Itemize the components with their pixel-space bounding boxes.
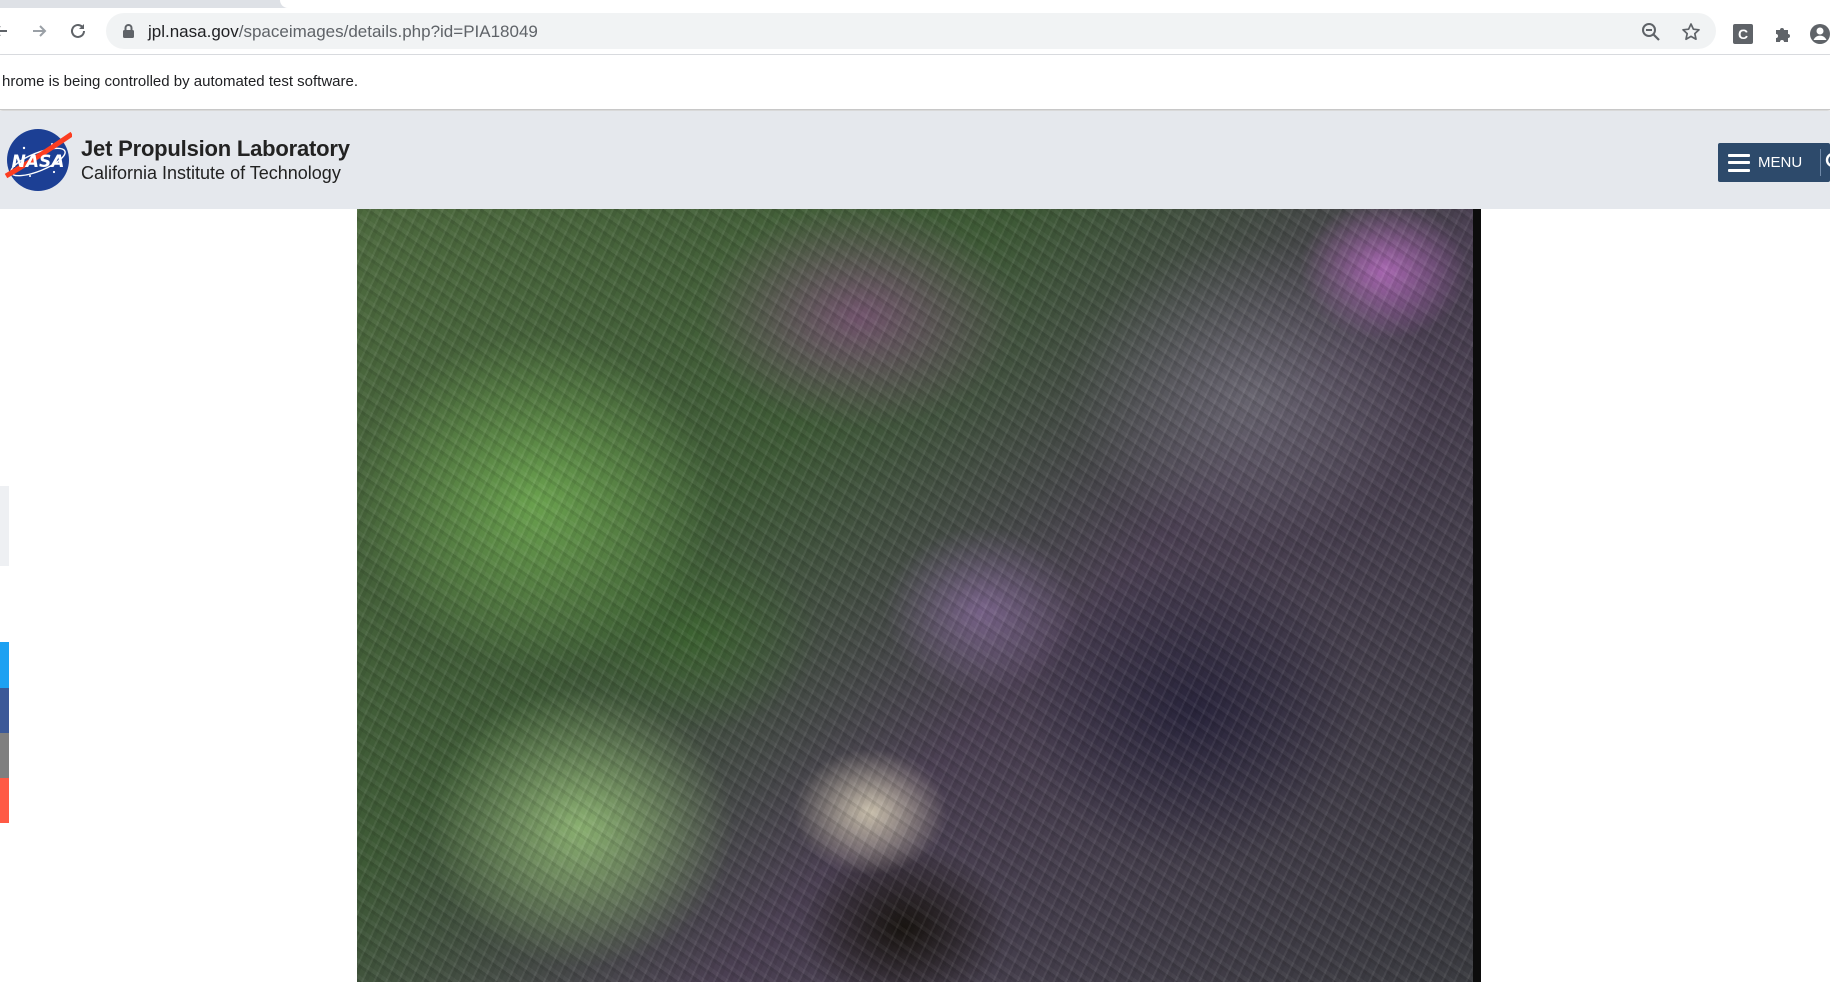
institution-name[interactable]: California Institute of Technology: [81, 163, 341, 184]
browser-toolbar: jpl.nasa.gov/spaceimages/details.php?id=…: [0, 8, 1830, 54]
arrow-left-icon: [0, 26, 7, 36]
automation-notice: hrome is being controlled by automated t…: [2, 73, 359, 90]
extension-c-button[interactable]: C: [1731, 22, 1755, 46]
lock-icon[interactable]: [122, 23, 135, 44]
lab-name[interactable]: Jet Propulsion Laboratory: [81, 136, 350, 162]
share-twitter-button[interactable]: [0, 642, 9, 688]
search-icon[interactable]: [1824, 151, 1830, 178]
forward-button[interactable]: [26, 18, 52, 44]
address-bar[interactable]: jpl.nasa.gov/spaceimages/details.php?id=…: [106, 13, 1716, 49]
site-header: NASA Jet Propulsion Laboratory Californi…: [0, 111, 1830, 209]
svg-text:NASA: NASA: [12, 152, 65, 172]
extension-c-icon: C: [1733, 24, 1753, 44]
puzzle-icon: [1776, 28, 1790, 42]
back-button[interactable]: [0, 18, 14, 44]
url-domain: jpl.nasa.gov: [148, 22, 239, 41]
arrow-right-icon: [33, 25, 47, 37]
active-tab[interactable]: [280, 0, 1830, 8]
nasa-logo[interactable]: NASA: [4, 126, 74, 194]
profile-button[interactable]: [1808, 22, 1830, 46]
satellite-image[interactable]: [357, 209, 1481, 982]
url-path: /spaceimages/details.php?id=PIA18049: [238, 22, 538, 41]
url-text[interactable]: jpl.nasa.gov/spaceimages/details.php?id=…: [148, 22, 538, 42]
extensions-button[interactable]: [1771, 22, 1795, 46]
menu-button[interactable]: MENU: [1718, 143, 1830, 182]
bookmark-star-icon[interactable]: [1680, 21, 1702, 43]
share-email-button[interactable]: [0, 733, 9, 778]
reload-button[interactable]: [65, 18, 91, 44]
hamburger-icon: [1728, 153, 1750, 172]
share-reddit-button[interactable]: [0, 778, 9, 823]
share-facebook-button[interactable]: [0, 688, 9, 733]
menu-label: MENU: [1758, 154, 1803, 171]
nasa-meatball-icon: NASA: [4, 129, 74, 191]
menu-separator: [1820, 149, 1821, 176]
zoom-icon[interactable]: [1640, 21, 1662, 43]
reload-icon: [71, 23, 85, 38]
profile-icon: [1810, 24, 1830, 44]
browser-tab-strip: [0, 0, 1830, 8]
sidebar-panel-edge[interactable]: [0, 486, 9, 566]
automation-infobar: hrome is being controlled by automated t…: [0, 55, 1830, 110]
